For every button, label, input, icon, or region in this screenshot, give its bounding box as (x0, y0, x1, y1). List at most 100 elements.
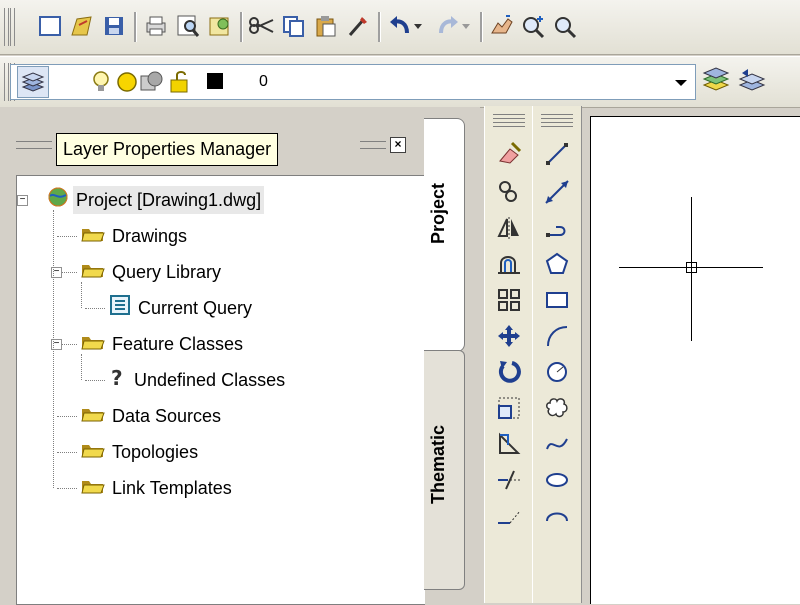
line-icon[interactable] (541, 138, 573, 170)
layer-thaw-icon[interactable] (115, 70, 139, 99)
panel-grip[interactable] (16, 141, 52, 149)
tree-item-label: Link Templates (112, 478, 232, 498)
extend-icon[interactable] (493, 500, 525, 532)
project-tree: Project [Drawing1.dwg] − Drawings Query Lib… (16, 175, 425, 605)
new-drawing-icon[interactable] (34, 10, 66, 42)
stretch-icon[interactable] (493, 428, 525, 460)
tree-connector (85, 308, 105, 309)
toolbar-grip[interactable] (4, 8, 9, 46)
toolbar-grip[interactable] (4, 63, 9, 101)
scale-icon[interactable] (493, 392, 525, 424)
folder-icon (81, 259, 105, 287)
array-icon[interactable] (493, 284, 525, 316)
panel-grip[interactable] (360, 141, 386, 149)
drawing-canvas[interactable] (590, 116, 800, 604)
arc-icon[interactable] (541, 320, 573, 352)
tree-guide (81, 354, 82, 380)
folder-icon (81, 223, 105, 251)
paste-icon[interactable] (310, 10, 342, 42)
modify-toolbar (484, 106, 534, 603)
toolbar-grip[interactable] (493, 114, 525, 119)
spline-icon[interactable] (541, 428, 573, 460)
tree-item-label: Undefined Classes (134, 370, 286, 390)
close-icon[interactable]: × (390, 137, 406, 153)
move-icon[interactable] (493, 320, 525, 352)
copy-object-icon[interactable] (493, 176, 525, 208)
match-properties-icon[interactable] (342, 10, 374, 42)
tab-project-label: Project (428, 183, 448, 245)
tree-connector (57, 416, 77, 417)
zoom-window-icon[interactable] (550, 10, 582, 42)
panel-tabs: Project Thematic (424, 118, 480, 603)
revision-cloud-icon[interactable] (541, 392, 573, 424)
rotate-icon[interactable] (493, 356, 525, 388)
chevron-down-icon[interactable] (675, 80, 687, 86)
tree-connector (85, 380, 105, 381)
tree-connector (57, 488, 77, 489)
draw-toolbar (532, 106, 582, 603)
layer-control-dropdown[interactable]: 0 (10, 64, 696, 100)
redo-dropdown-icon[interactable] (458, 10, 474, 42)
tree-connector (57, 236, 77, 237)
tree-item-label: Data Sources (112, 406, 222, 426)
circle-icon[interactable] (541, 356, 573, 388)
folder-icon (81, 475, 105, 503)
layer-properties-icon[interactable] (17, 66, 49, 98)
make-object-layer-current-icon[interactable] (700, 64, 732, 96)
tab-thematic[interactable]: Thematic (424, 350, 465, 590)
polyline-icon[interactable] (541, 212, 573, 244)
query-icon (109, 294, 131, 324)
folder-icon (81, 331, 105, 359)
cut-icon[interactable] (246, 10, 278, 42)
erase-icon[interactable] (493, 138, 525, 170)
layer-on-icon[interactable] (91, 70, 111, 99)
layer-unlock-icon[interactable] (167, 69, 193, 100)
tree-item-current-query[interactable]: Current Query (109, 294, 255, 322)
plot-preview-icon[interactable] (172, 10, 204, 42)
copy-icon[interactable] (278, 10, 310, 42)
construction-line-icon[interactable] (541, 176, 573, 208)
tree-item-query-library[interactable]: Query Library (81, 258, 224, 286)
rectangle-icon[interactable] (541, 284, 573, 316)
ellipse-arc-icon[interactable] (541, 500, 573, 532)
layer-previous-icon[interactable] (736, 64, 768, 96)
tree-item-feature-classes[interactable]: Feature Classes (81, 330, 246, 358)
tree-item-topologies[interactable]: Topologies (81, 438, 201, 466)
publish-icon[interactable] (204, 10, 236, 42)
open-icon[interactable] (66, 10, 98, 42)
toolbar-grip[interactable] (541, 122, 573, 127)
toolbar-grip[interactable] (541, 114, 573, 119)
tree-item-label: Current Query (138, 298, 253, 318)
trim-icon[interactable] (493, 464, 525, 496)
save-icon[interactable] (98, 10, 130, 42)
tree-item-label: Feature Classes (112, 334, 244, 354)
mirror-icon[interactable] (493, 212, 525, 244)
tree-guide (81, 282, 82, 308)
layer-color-swatch (207, 73, 223, 94)
layer-viewport-freeze-icon[interactable] (139, 70, 165, 99)
tree-connector (57, 452, 77, 453)
current-layer-name: 0 (259, 73, 268, 90)
tree-item-undefined-classes[interactable]: ? Undefined Classes (109, 366, 288, 394)
print-icon[interactable] (140, 10, 172, 42)
tree-item-label: Project [Drawing1.dwg] (73, 186, 265, 214)
offset-icon[interactable] (493, 248, 525, 280)
svg-text:?: ? (111, 366, 123, 388)
crosshair-pickbox (686, 262, 697, 273)
globe-icon (47, 186, 69, 216)
tree-item-link-templates[interactable]: Link Templates (81, 474, 235, 502)
toolbar-grip[interactable] (493, 122, 525, 127)
toolbar-grip[interactable] (10, 8, 15, 46)
polygon-icon[interactable] (541, 248, 573, 280)
undo-dropdown-icon[interactable] (410, 10, 426, 42)
tree-item-project[interactable]: Project [Drawing1.dwg] (47, 186, 265, 216)
zoom-realtime-icon[interactable] (518, 10, 550, 42)
tab-project[interactable]: Project (424, 118, 465, 352)
tree-item-data-sources[interactable]: Data Sources (81, 402, 224, 430)
tree-item-drawings[interactable]: Drawings (81, 222, 190, 250)
collapse-icon[interactable]: − (17, 195, 28, 206)
ellipse-icon[interactable] (541, 464, 573, 496)
pan-realtime-icon[interactable] (486, 10, 518, 42)
tree-item-label: Drawings (112, 226, 188, 246)
question-icon: ? (109, 366, 127, 396)
